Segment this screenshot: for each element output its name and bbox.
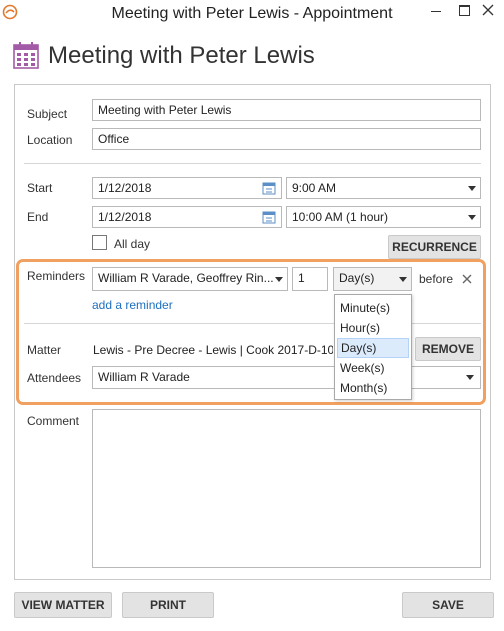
dropdown-option-minutes[interactable]: Minute(s): [337, 298, 409, 318]
print-button[interactable]: PRINT: [122, 592, 214, 618]
section-divider: [24, 163, 481, 164]
dropdown-option-days[interactable]: Day(s): [337, 338, 409, 358]
start-date-picker-icon[interactable]: [262, 181, 276, 195]
view-matter-button[interactable]: VIEW MATTER: [14, 592, 112, 618]
all-day-checkbox[interactable]: [92, 235, 107, 250]
dropdown-option-weeks[interactable]: Week(s): [337, 358, 409, 378]
subject-input[interactable]: Meeting with Peter Lewis: [92, 99, 481, 121]
location-input[interactable]: Office: [92, 128, 481, 150]
reminder-section-highlight: [16, 259, 486, 405]
subject-label: Subject: [27, 107, 68, 121]
recurrence-button[interactable]: RECURRENCE: [388, 235, 481, 259]
comment-label: Comment: [27, 414, 80, 428]
location-label: Location: [27, 133, 73, 147]
title-bar: Meeting with Peter Lewis - Appointment: [0, 0, 504, 30]
chevron-down-icon: [468, 215, 476, 220]
calendar-icon: [13, 42, 39, 69]
start-time-value: 9:00 AM: [292, 181, 337, 195]
start-time-select[interactable]: 9:00 AM: [286, 177, 481, 199]
end-date-picker-icon[interactable]: [262, 210, 276, 224]
page-title: Meeting with Peter Lewis: [48, 42, 315, 69]
end-label: End: [27, 210, 49, 224]
dropdown-option-months[interactable]: Month(s): [337, 378, 409, 398]
dropdown-option-hours[interactable]: Hour(s): [337, 318, 409, 338]
save-button[interactable]: SAVE: [402, 592, 494, 618]
end-time-select[interactable]: 10:00 AM (1 hour): [286, 206, 481, 228]
end-time-value: 10:00 AM (1 hour): [292, 210, 389, 224]
end-date-input[interactable]: 1/12/2018: [92, 206, 282, 228]
chevron-down-icon: [468, 186, 476, 191]
close-icon: [482, 4, 494, 16]
reminder-unit-dropdown-list: Minute(s) Hour(s) Day(s) Week(s) Month(s…: [334, 294, 412, 400]
start-date-input[interactable]: 1/12/2018: [92, 177, 282, 199]
all-day-label: All day: [114, 237, 151, 251]
comment-textarea[interactable]: [92, 409, 481, 568]
close-window-button[interactable]: [472, 0, 504, 22]
start-label: Start: [27, 181, 53, 195]
